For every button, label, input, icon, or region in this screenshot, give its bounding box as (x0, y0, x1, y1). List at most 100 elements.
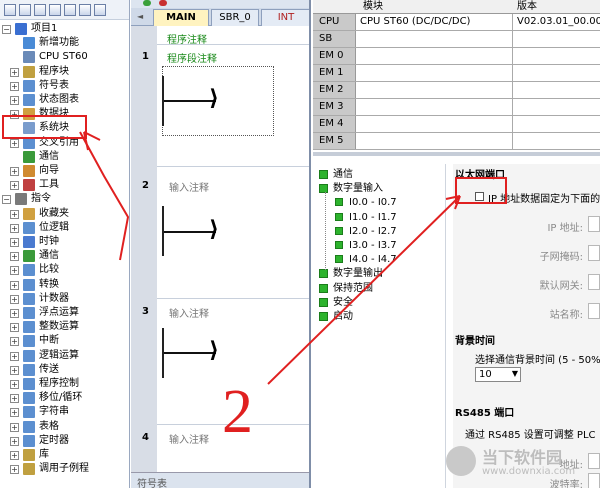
expand-icon[interactable]: + (10, 252, 19, 262)
tree-item[interactable]: + 转换 (0, 278, 129, 292)
tree-item[interactable]: + 逻辑运算 (0, 349, 129, 363)
coil-icon[interactable]: ⟩ (209, 340, 219, 362)
expand-icon[interactable]: + (10, 96, 19, 105)
expand-icon[interactable]: + (10, 394, 19, 404)
tree-item[interactable]: + 调用子例程 (0, 462, 129, 476)
tree-item[interactable]: + 向导 (0, 164, 129, 178)
tree-item[interactable]: + 程序控制 (0, 377, 129, 391)
rung-comment[interactable]: 输入注释 (169, 179, 209, 194)
expand-icon[interactable]: + (10, 294, 19, 304)
module-row[interactable]: EM 2 (313, 82, 600, 99)
tree-item[interactable]: + 数据块 (0, 107, 129, 121)
expand-icon[interactable]: + (10, 351, 19, 361)
tree-item[interactable]: 系统块 (0, 121, 129, 135)
tree-item[interactable]: + 交叉引用 (0, 136, 129, 150)
coil-icon[interactable]: ⟩ (209, 88, 219, 110)
tree-item[interactable]: + 中断 (0, 334, 129, 348)
expand-icon[interactable]: + (10, 167, 19, 176)
tab-int[interactable]: INT (261, 9, 309, 26)
tree-item[interactable]: 新增功能 (0, 36, 129, 50)
expand-icon[interactable]: + (10, 436, 19, 446)
module-row[interactable]: EM 1 (313, 65, 600, 82)
expand-icon[interactable]: + (10, 451, 19, 460)
rung-comment[interactable]: 程序段注释 (167, 50, 217, 65)
chevron-down-icon[interactable]: ▼ (512, 369, 518, 378)
tree-item[interactable]: + 状态图表 (0, 93, 129, 107)
toolbar-button-6[interactable] (79, 4, 91, 16)
module-name[interactable] (356, 116, 513, 132)
station-name-field[interactable] (588, 303, 600, 319)
module-name[interactable] (356, 133, 513, 149)
expand-icon[interactable]: + (10, 408, 19, 418)
expand-icon[interactable]: + (10, 309, 19, 318)
coil-icon[interactable]: ⟩ (209, 219, 219, 241)
subnet-mask-field[interactable] (588, 245, 600, 261)
expand-icon[interactable]: + (10, 223, 19, 233)
expand-icon[interactable]: + (10, 138, 19, 148)
gateway-field[interactable] (588, 274, 600, 290)
toolbar-button-7[interactable] (94, 4, 106, 16)
tree-item[interactable]: + 时钟 (0, 235, 129, 249)
tree-item[interactable]: − 项目1 (0, 22, 129, 36)
module-name[interactable] (356, 65, 513, 81)
ip-fixed-checkbox[interactable] (475, 192, 484, 201)
module-name[interactable] (356, 48, 513, 64)
expand-icon[interactable]: + (10, 209, 19, 219)
expand-icon[interactable]: + (10, 81, 19, 91)
expand-icon[interactable]: + (10, 181, 19, 191)
expand-icon[interactable]: + (10, 67, 19, 77)
toolbar-button-5[interactable] (64, 4, 76, 16)
tree-item[interactable]: + 定时器 (0, 434, 129, 448)
module-name[interactable] (356, 82, 513, 98)
ip-address-field[interactable] (588, 216, 600, 232)
module-row[interactable]: EM 3 (313, 99, 600, 116)
collapse-icon[interactable]: − (2, 25, 11, 34)
tab-main[interactable]: MAIN (153, 9, 209, 26)
tree-item[interactable]: + 通信 (0, 249, 129, 263)
expand-icon[interactable]: + (10, 323, 19, 333)
tree-item[interactable]: + 比较 (0, 263, 129, 277)
module-row[interactable]: EM 4 (313, 116, 600, 133)
toolbar-button-3[interactable] (34, 4, 46, 16)
tree-item[interactable]: + 字符串 (0, 405, 129, 419)
expand-icon[interactable]: + (10, 422, 19, 432)
background-time-select[interactable]: 10 ▼ (475, 367, 521, 382)
tree-item[interactable]: + 整数运算 (0, 320, 129, 334)
tree-item[interactable]: + 程序块 (0, 65, 129, 79)
tree-item[interactable]: + 工具 (0, 178, 129, 192)
module-name[interactable] (356, 31, 513, 47)
module-row[interactable]: EM 0 (313, 48, 600, 65)
tree-item[interactable]: 通信 (0, 150, 129, 164)
module-row[interactable]: SB (313, 31, 600, 48)
expand-icon[interactable]: + (10, 380, 19, 389)
run-icon[interactable] (143, 0, 151, 6)
expand-icon[interactable]: + (10, 337, 19, 347)
module-name[interactable] (356, 99, 513, 115)
tree-item[interactable]: + 库 (0, 448, 129, 462)
tab-sbr0[interactable]: SBR_0 (211, 9, 259, 26)
rung-comment[interactable]: 输入注释 (169, 305, 209, 320)
expand-icon[interactable]: + (10, 365, 19, 375)
tree-item[interactable]: + 移位/循环 (0, 391, 129, 405)
tree-item[interactable]: + 收藏夹 (0, 207, 129, 221)
tab-scroll-left-icon[interactable]: ◄ (137, 12, 143, 21)
module-row[interactable]: CPUCPU ST60 (DC/DC/DC) V02.03.01_00.00.0.… (313, 14, 600, 31)
toolbar-button-2[interactable] (19, 4, 31, 16)
expand-icon[interactable]: + (10, 110, 19, 120)
module-name[interactable]: CPU ST60 (DC/DC/DC) (356, 14, 513, 30)
tree-item[interactable]: + 表格 (0, 420, 129, 434)
symbol-table-pane[interactable]: 符号表 (131, 472, 309, 488)
expand-icon[interactable]: + (10, 280, 19, 290)
tree-item[interactable]: + 符号表 (0, 79, 129, 93)
expand-icon[interactable]: + (10, 465, 19, 475)
toolbar-button-1[interactable] (4, 4, 16, 16)
tree-item[interactable]: + 位逻辑 (0, 221, 129, 235)
tree-item[interactable]: + 计数器 (0, 292, 129, 306)
expand-icon[interactable]: + (10, 238, 19, 247)
tree-item[interactable]: + 传送 (0, 363, 129, 377)
rung-comment[interactable]: 输入注释 (169, 431, 209, 446)
collapse-icon[interactable]: − (2, 195, 11, 205)
tree-item[interactable]: + 浮点运算 (0, 306, 129, 320)
expand-icon[interactable]: + (10, 266, 19, 276)
tree-item[interactable]: − 指令 (0, 192, 129, 206)
